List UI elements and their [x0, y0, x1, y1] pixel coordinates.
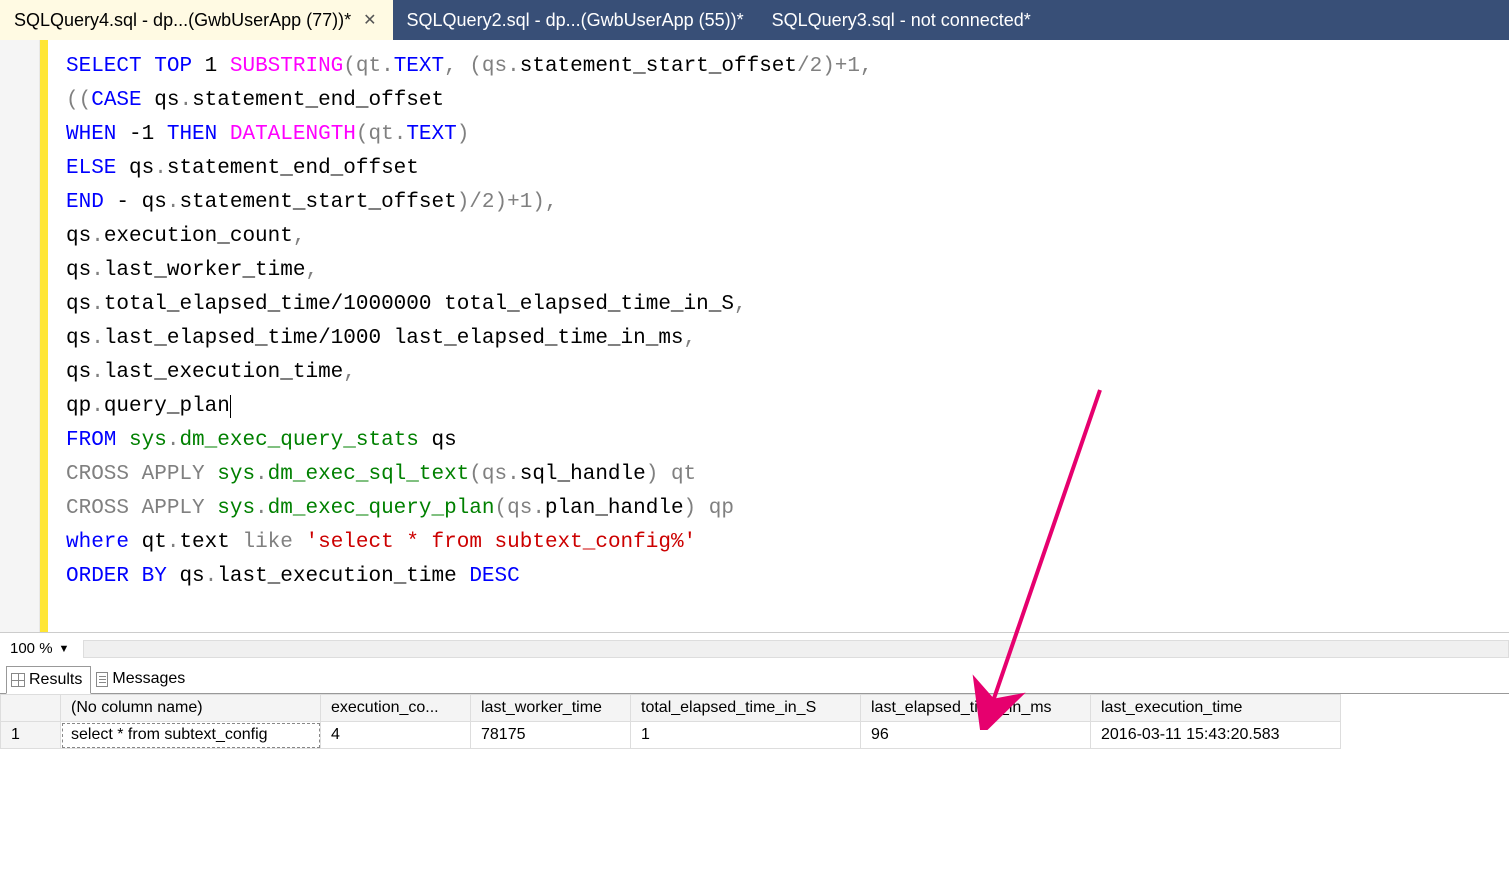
- grid-icon: [11, 673, 25, 687]
- outline-gutter: [0, 40, 40, 632]
- tab-sqlquery2[interactable]: SQLQuery2.sql - dp...(GwbUserApp (55))*: [393, 0, 758, 40]
- cell[interactable]: 78175: [471, 722, 631, 749]
- col-header[interactable]: (No column name): [61, 695, 321, 722]
- sql-editor[interactable]: SELECT TOP 1 SUBSTRING(qt.TEXT, (qs.stat…: [0, 40, 1509, 632]
- chevron-down-icon[interactable]: ▼: [59, 643, 70, 655]
- table-row[interactable]: 1 select * from subtext_config 4 78175 1…: [1, 722, 1341, 749]
- cell[interactable]: 96: [861, 722, 1091, 749]
- cell[interactable]: 1: [631, 722, 861, 749]
- col-header[interactable]: total_elapsed_time_in_S: [631, 695, 861, 722]
- tab-label: Results: [29, 671, 82, 689]
- zoom-bar: 100 % ▼: [0, 632, 1509, 664]
- tab-results[interactable]: Results: [6, 666, 91, 694]
- document-icon: [96, 672, 108, 687]
- cell[interactable]: 4: [321, 722, 471, 749]
- col-header[interactable]: last_worker_time: [471, 695, 631, 722]
- results-grid[interactable]: (No column name) execution_co... last_wo…: [0, 694, 1509, 749]
- close-icon[interactable]: ✕: [361, 10, 378, 30]
- col-header[interactable]: execution_co...: [321, 695, 471, 722]
- col-header[interactable]: last_execution_time: [1091, 695, 1341, 722]
- document-tab-bar: SQLQuery4.sql - dp...(GwbUserApp (77))* …: [0, 0, 1509, 40]
- tab-messages[interactable]: Messages: [91, 665, 194, 693]
- modified-indicator: [40, 40, 48, 632]
- tab-sqlquery3[interactable]: SQLQuery3.sql - not connected*: [758, 0, 1045, 40]
- results-pane-tabs: Results Messages: [0, 664, 1509, 694]
- header-row: (No column name) execution_co... last_wo…: [1, 695, 1341, 722]
- tab-label: SQLQuery4.sql - dp...(GwbUserApp (77))*: [14, 10, 351, 31]
- corner-cell[interactable]: [1, 695, 61, 722]
- tab-label: SQLQuery3.sql - not connected*: [772, 10, 1031, 31]
- tab-label: SQLQuery2.sql - dp...(GwbUserApp (55))*: [407, 10, 744, 31]
- horizontal-scrollbar[interactable]: [83, 640, 1509, 658]
- zoom-value[interactable]: 100 %: [10, 640, 53, 657]
- row-number[interactable]: 1: [1, 722, 61, 749]
- col-header[interactable]: last_elapsed_time_in_ms: [861, 695, 1091, 722]
- tab-sqlquery4[interactable]: SQLQuery4.sql - dp...(GwbUserApp (77))* …: [0, 0, 393, 40]
- code-content[interactable]: SELECT TOP 1 SUBSTRING(qt.TEXT, (qs.stat…: [48, 40, 887, 632]
- cell[interactable]: 2016-03-11 15:43:20.583: [1091, 722, 1341, 749]
- tab-label: Messages: [112, 670, 185, 688]
- cell[interactable]: select * from subtext_config: [61, 722, 321, 749]
